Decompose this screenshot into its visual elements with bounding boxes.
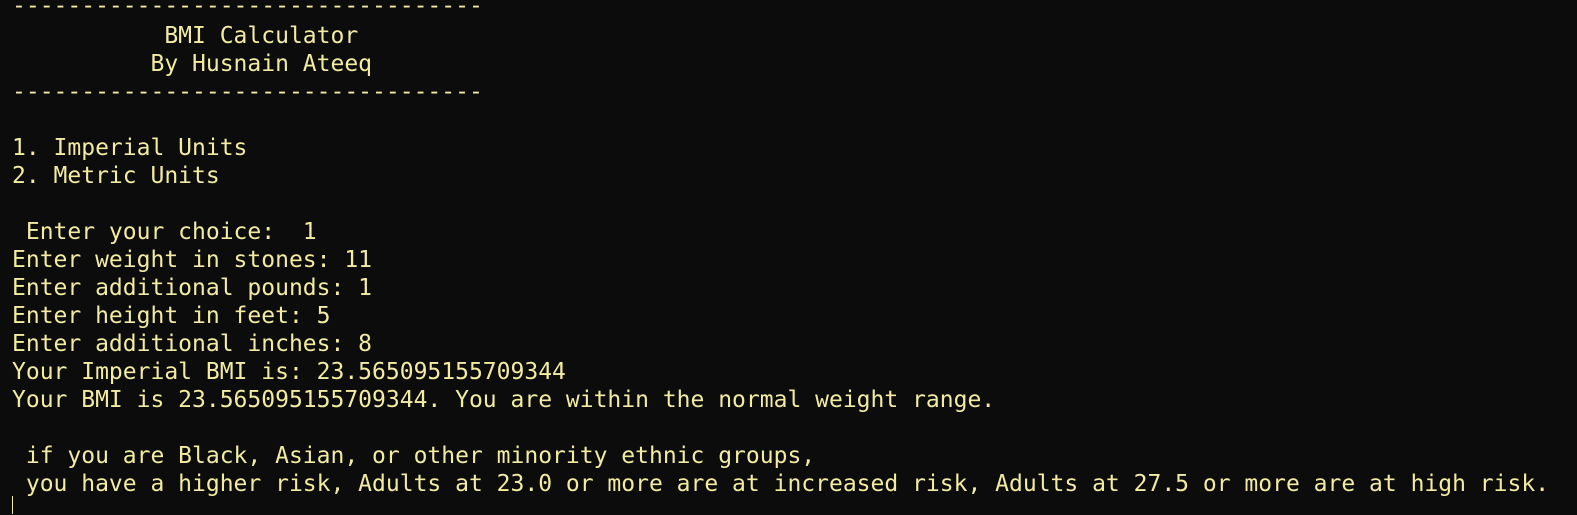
- result-bmi-category: Your BMI is 23.565095155709344. You are …: [12, 387, 996, 413]
- terminal-window[interactable]: ---------------------------------- BMI C…: [0, 0, 1577, 515]
- prompt-choice: Enter your choice: 1: [12, 219, 317, 245]
- app-title: BMI Calculator: [12, 23, 359, 49]
- prompt-weight-stones: Enter weight in stones: 11: [12, 247, 373, 273]
- app-author: By Husnain Ateeq: [12, 51, 373, 77]
- menu-option-imperial: 1. Imperial Units: [12, 135, 248, 161]
- risk-note-line-2: you have a higher risk, Adults at 23.0 o…: [12, 471, 1550, 497]
- result-imperial-bmi: Your Imperial BMI is: 23.565095155709344: [12, 359, 566, 385]
- prompt-additional-pounds: Enter additional pounds: 1: [12, 275, 373, 301]
- risk-note-line-1: if you are Black, Asian, or other minori…: [12, 443, 816, 469]
- header-divider-bottom: ----------------------------------: [12, 79, 483, 105]
- text-cursor: [12, 496, 13, 514]
- prompt-additional-inches: Enter additional inches: 8: [12, 331, 373, 357]
- prompt-height-feet: Enter height in feet: 5: [12, 303, 331, 329]
- header-divider-top: ----------------------------------: [12, 0, 483, 19]
- menu-option-metric: 2. Metric Units: [12, 163, 220, 189]
